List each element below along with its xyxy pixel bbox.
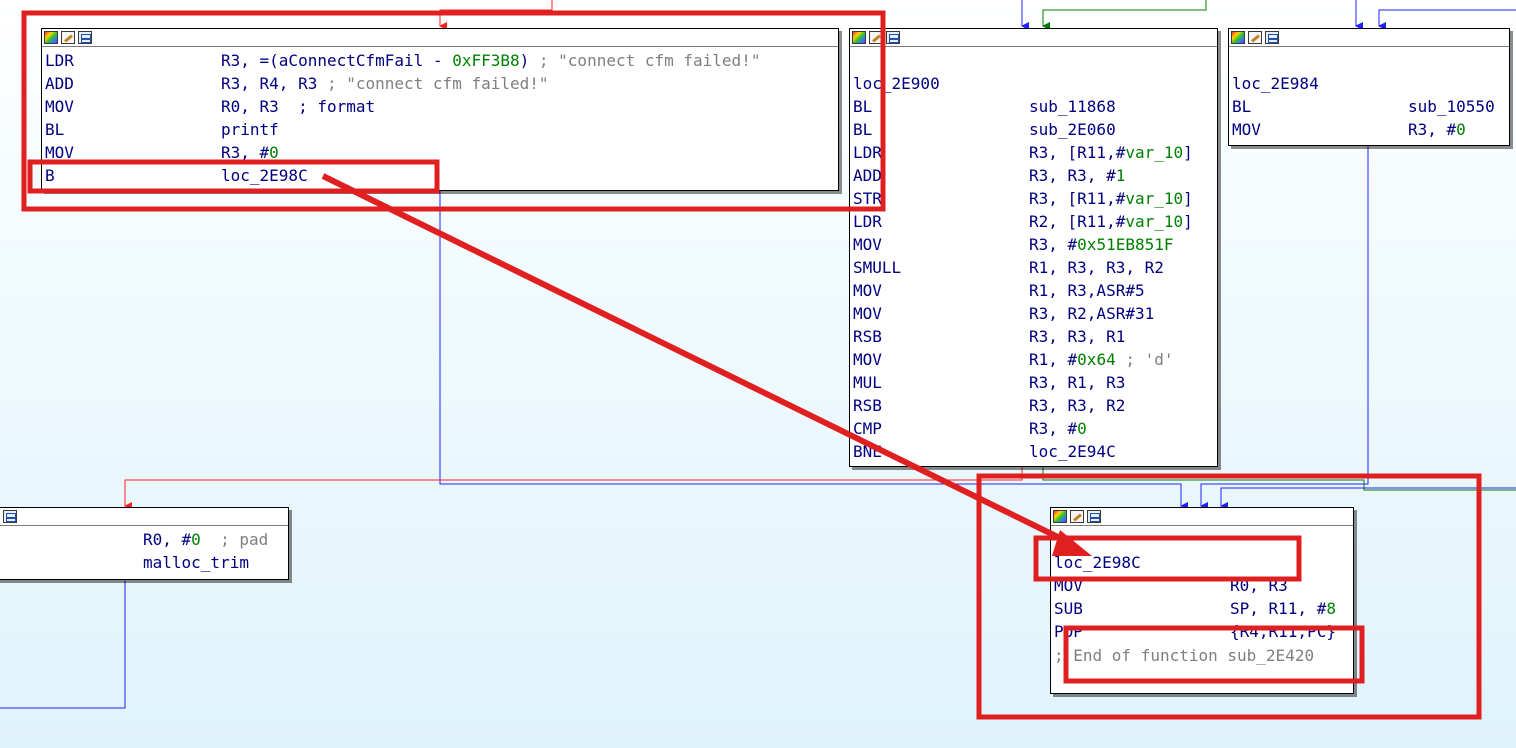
highlight-box-branch-line	[27, 159, 440, 194]
highlight-box-end-comment	[1063, 625, 1365, 684]
annotation-arrow-line	[321, 173, 1072, 546]
annotation-overlay	[21, 10, 1482, 720]
highlight-box-node-a	[21, 10, 886, 212]
ida-graph-view[interactable]: LDR R3, =(aConnectCfmFail - 0xFF3B8) ; "c…	[0, 0, 1516, 748]
